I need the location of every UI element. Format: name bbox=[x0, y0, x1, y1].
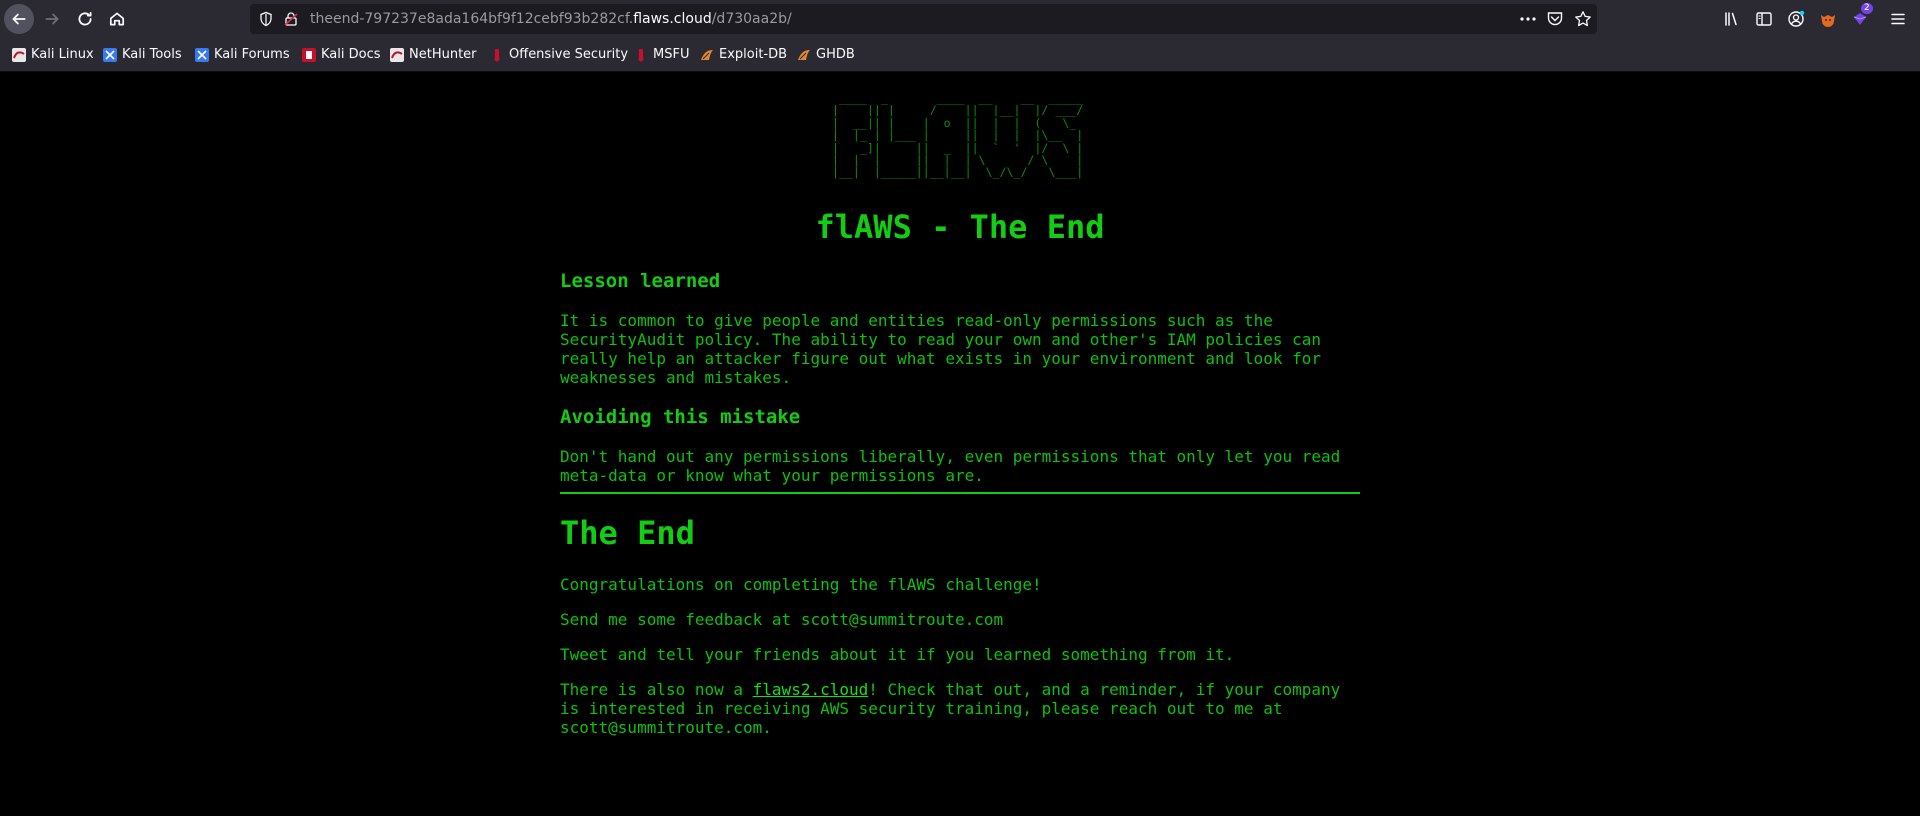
msfu-icon bbox=[638, 48, 644, 61]
fox-extension-icon bbox=[1821, 15, 1835, 27]
account-button[interactable] bbox=[1786, 9, 1806, 29]
feedback-text: Send me some feedback at scott@summitrou… bbox=[560, 610, 1004, 629]
ghdb-icon bbox=[798, 49, 810, 60]
kali-forums-icon bbox=[195, 47, 209, 62]
bookmark-star-icon[interactable] bbox=[1574, 10, 1592, 28]
hamburger-menu-icon bbox=[1891, 13, 1905, 25]
congrats-text: Congratulations on completing the flAWS … bbox=[560, 575, 1042, 594]
bookmarks-toolbar: Kali Linux Kali Tools Kali Forums Kali D… bbox=[0, 38, 1920, 72]
menu-button[interactable] bbox=[1888, 9, 1908, 29]
bookmark-offensive-security[interactable]: Offensive Security bbox=[490, 38, 628, 71]
bookmark-label: Kali Linux bbox=[31, 47, 94, 62]
insecure-lock-icon[interactable] bbox=[283, 11, 299, 27]
nethunter-icon bbox=[390, 47, 404, 62]
bookmark-label: GHDB bbox=[816, 47, 855, 62]
divider bbox=[560, 492, 1360, 494]
offsec-icon bbox=[494, 48, 500, 61]
extension-badge: 2 bbox=[1861, 3, 1873, 14]
bookmark-label: Kali Docs bbox=[321, 47, 381, 62]
account-icon bbox=[1788, 10, 1805, 27]
library-button[interactable] bbox=[1722, 9, 1742, 29]
lesson-heading: Lesson learned bbox=[560, 270, 721, 292]
library-icon bbox=[1725, 12, 1737, 26]
sidebar-button[interactable] bbox=[1754, 9, 1774, 29]
tweet-text: Tweet and tell your friends about it if … bbox=[560, 645, 1235, 664]
reload-button[interactable] bbox=[70, 4, 100, 34]
bookmark-exploit-db[interactable]: Exploit-DB bbox=[700, 38, 787, 71]
tracking-shield-icon[interactable] bbox=[258, 11, 274, 27]
bookmark-label: Kali Tools bbox=[122, 47, 182, 62]
bookmark-msfu[interactable]: MSFU bbox=[634, 38, 689, 71]
lesson-text: It is common to give people and entities… bbox=[560, 311, 1321, 387]
pocket-icon[interactable] bbox=[1546, 10, 1564, 28]
avoid-text: Don't hand out any permissions liberally… bbox=[560, 447, 1341, 485]
browser-toolbar: theend-797237e8ada164bf9f12cebf93b282cf.… bbox=[0, 0, 1920, 38]
bookmark-label: NetHunter bbox=[409, 47, 477, 62]
flaws2-paragraph: There is also now a flaws2.cloud! Check … bbox=[560, 680, 1360, 737]
url-prefix: theend-797237e8ada164bf9f12cebf93b282cf. bbox=[310, 11, 634, 27]
extension-button[interactable]: 2 bbox=[1850, 3, 1873, 29]
kali-docs-icon bbox=[302, 47, 316, 62]
arrow-left-icon bbox=[12, 13, 26, 25]
kali-icon bbox=[12, 47, 26, 62]
bookmark-label: Exploit-DB bbox=[719, 47, 788, 62]
page-title: flAWS - The End bbox=[815, 208, 1105, 246]
bookmark-kali-forums[interactable]: Kali Forums bbox=[195, 38, 290, 71]
url-path: /d730aa2b/ bbox=[711, 11, 792, 27]
home-button[interactable] bbox=[102, 4, 132, 34]
kali-tools-icon bbox=[103, 47, 117, 62]
end-heading: The End bbox=[560, 514, 695, 552]
bookmark-kali-docs[interactable]: Kali Docs bbox=[302, 38, 381, 71]
flaws2-prefix: There is also now a bbox=[560, 680, 753, 699]
forward-button[interactable] bbox=[37, 4, 67, 34]
web-page: ____ _ ____ __ __ _____ | || | / || |__|… bbox=[0, 72, 1920, 816]
foxyproxy-button[interactable] bbox=[1818, 9, 1838, 29]
bookmark-label: Offensive Security bbox=[509, 47, 629, 62]
sidebar-icon bbox=[1756, 12, 1772, 26]
bookmark-nethunter[interactable]: NetHunter bbox=[390, 38, 477, 71]
bookmark-ghdb[interactable]: GHDB bbox=[797, 38, 855, 71]
flaws2-link[interactable]: flaws2.cloud bbox=[753, 680, 869, 699]
url-domain: flaws.cloud bbox=[633, 11, 712, 27]
url-text[interactable]: theend-797237e8ada164bf9f12cebf93b282cf.… bbox=[310, 4, 792, 34]
page-actions-icon[interactable] bbox=[1518, 10, 1538, 28]
flaws-ascii-logo: ____ _ ____ __ __ _____ | || | / || |__|… bbox=[831, 91, 1084, 180]
home-icon bbox=[109, 12, 125, 26]
arrow-right-icon bbox=[45, 13, 59, 25]
url-bar[interactable]: theend-797237e8ada164bf9f12cebf93b282cf.… bbox=[250, 4, 1597, 34]
bookmark-label: MSFU bbox=[653, 47, 690, 62]
reload-icon bbox=[78, 11, 92, 26]
avoid-heading: Avoiding this mistake bbox=[560, 406, 801, 428]
bookmark-kali-tools[interactable]: Kali Tools bbox=[103, 38, 182, 71]
bookmark-kali-linux[interactable]: Kali Linux bbox=[12, 38, 94, 71]
exploitdb-icon bbox=[701, 49, 713, 60]
back-button[interactable] bbox=[4, 4, 34, 34]
bookmark-label: Kali Forums bbox=[214, 47, 290, 62]
